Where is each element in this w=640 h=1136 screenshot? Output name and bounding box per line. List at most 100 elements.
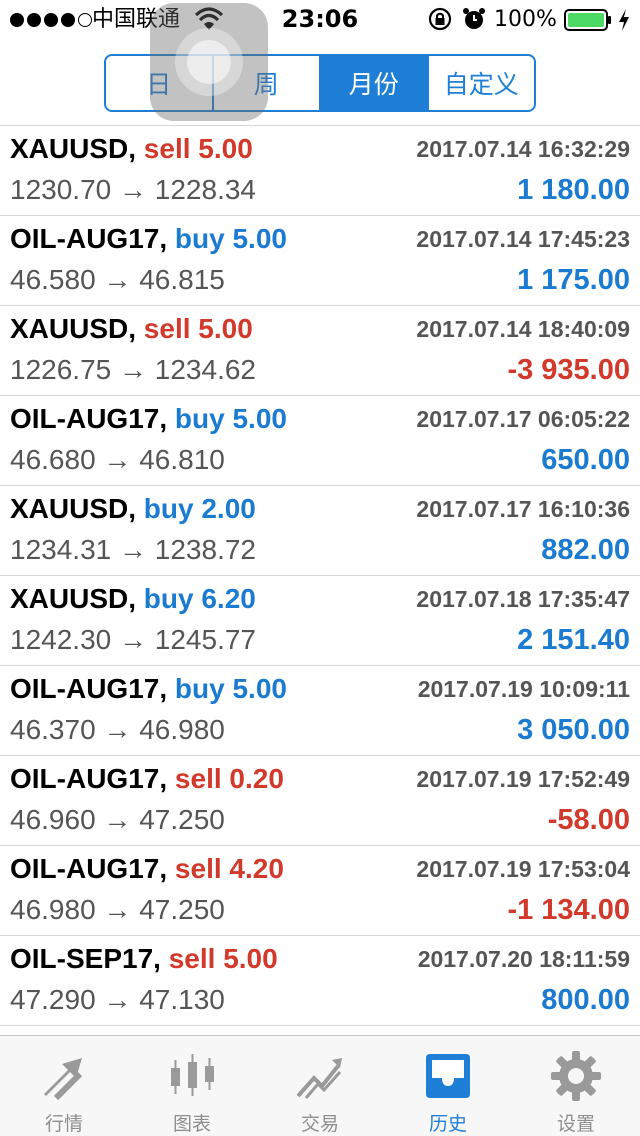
tab-settings[interactable]: 设置 (512, 1036, 640, 1136)
trade-row[interactable]: XAUUSD, buy 6.20 2017.07.18 17:35:47 1242.… (0, 576, 640, 666)
trade-row[interactable]: OIL-AUG17, buy 5.00 2017.07.14 17:45:23 46… (0, 216, 640, 306)
trade-time: 2017.07.19 10:09:11 (417, 676, 630, 702)
trade-profit: 650.00 (541, 444, 630, 476)
trade-volume: 5.00 (198, 313, 253, 344)
arrow-right-icon: → (119, 624, 147, 655)
quotes-arrows-icon (44, 1058, 83, 1101)
tab-label: 设置 (556, 1113, 595, 1135)
open-price: 46.580 (10, 264, 96, 295)
open-price: 47.290 (10, 984, 96, 1015)
open-price: 46.960 (10, 804, 96, 835)
trade-symbol: OIL-AUG17, (10, 853, 168, 884)
open-price: 1242.30 (10, 624, 112, 655)
trade-row[interactable]: OIL-AUG17, buy 5.00 2017.07.19 10:09:11 46… (0, 666, 640, 756)
tab-trade[interactable]: 交易 (256, 1036, 384, 1136)
trade-prices: 47.290 → 47.130 (10, 983, 225, 1017)
close-price: 1238.72 (154, 534, 256, 565)
trade-prices: 46.960 → 47.250 (10, 803, 225, 837)
trade-row[interactable]: OIL-SEP17, sell 5.00 2017.07.20 18:11:59 4… (0, 936, 640, 1026)
tab-chart[interactable]: 图表 (128, 1036, 256, 1136)
trade-title: XAUUSD, buy 6.20 (10, 582, 256, 616)
trade-side: sell (143, 133, 191, 164)
trade-prices: 1234.31 → 1238.72 (10, 533, 256, 567)
trade-time: 2017.07.20 18:11:59 (417, 946, 630, 972)
trade-title: OIL-SEP17, sell 5.00 (10, 942, 278, 976)
trade-symbol: OIL-AUG17, (10, 223, 168, 254)
history-inbox-icon (426, 1054, 470, 1098)
arrow-right-icon: → (103, 984, 132, 1015)
trade-symbol: XAUUSD, (10, 313, 137, 344)
trade-volume: 5.00 (232, 223, 287, 254)
trade-profit: -58.00 (547, 804, 630, 836)
trade-title: OIL-AUG17, buy 5.00 (10, 672, 287, 706)
tab-history[interactable]: 历史 (384, 1036, 512, 1136)
trade-side: sell (168, 943, 216, 974)
battery-percent: 100% (494, 7, 557, 32)
trade-time: 2017.07.18 17:35:47 (416, 586, 630, 612)
tab-quotes[interactable]: 行情 (0, 1036, 128, 1136)
trade-time: 2017.07.14 16:32:29 (416, 136, 630, 162)
charging-bolt-icon (619, 9, 629, 31)
trade-symbol: OIL-AUG17, (10, 403, 168, 434)
trade-side: buy (174, 223, 225, 254)
close-price: 1234.62 (154, 354, 256, 385)
trade-title: XAUUSD, sell 5.00 (10, 312, 253, 346)
arrow-right-icon: → (103, 894, 132, 925)
trade-time: 2017.07.19 17:53:04 (416, 856, 630, 882)
trade-symbol: OIL-AUG17, (10, 763, 168, 794)
close-price: 46.815 (139, 264, 225, 295)
tab-label: 历史 (428, 1113, 467, 1135)
trade-profit: 1 180.00 (517, 174, 630, 206)
tab-custom[interactable]: 自定义 (429, 56, 535, 110)
assistive-touch-button[interactable] (150, 3, 268, 121)
open-price: 46.680 (10, 444, 96, 475)
trade-row[interactable]: OIL-AUG17, sell 4.20 2017.07.19 17:53:04 4… (0, 846, 640, 936)
arrow-right-icon: → (103, 264, 132, 295)
trade-prices: 1242.30 → 1245.77 (10, 623, 256, 657)
open-price: 46.370 (10, 714, 96, 745)
trade-prices: 46.680 → 46.810 (10, 443, 225, 477)
close-price: 46.810 (139, 444, 225, 475)
arrow-right-icon: → (103, 804, 132, 835)
trade-profit: 2 151.40 (517, 624, 630, 656)
trade-side: sell (174, 763, 222, 794)
tab-month[interactable]: 月份 (321, 56, 429, 110)
gear-icon (551, 1051, 601, 1101)
close-price: 1228.34 (154, 174, 256, 205)
trade-title: OIL-AUG17, buy 5.00 (10, 402, 287, 436)
trade-profit: 882.00 (541, 534, 630, 566)
trade-trend-icon (296, 1058, 342, 1099)
trade-side: sell (143, 313, 191, 344)
trade-symbol: XAUUSD, (10, 133, 137, 164)
trade-row[interactable]: XAUUSD, buy 5.00 (0, 1026, 640, 1035)
trade-side: buy (143, 493, 194, 524)
trade-time: 2017.07.17 16:10:36 (416, 496, 630, 522)
close-price: 1245.77 (154, 624, 256, 655)
close-price: 47.250 (139, 894, 225, 925)
trade-row[interactable]: OIL-AUG17, buy 5.00 2017.07.17 06:05:22 46… (0, 396, 640, 486)
open-price: 1226.75 (10, 354, 112, 385)
trade-prices: 46.370 → 46.980 (10, 713, 225, 747)
trade-side: buy (174, 403, 225, 434)
trade-row[interactable]: XAUUSD, buy 2.00 2017.07.17 16:10:36 1234.… (0, 486, 640, 576)
trade-prices: 46.580 → 46.815 (10, 263, 225, 297)
trade-symbol: XAUUSD, (10, 583, 137, 614)
trade-prices: 1226.75 → 1234.62 (10, 353, 256, 387)
trade-row[interactable]: OIL-AUG17, sell 0.20 2017.07.19 17:52:49 4… (0, 756, 640, 846)
trade-row[interactable]: XAUUSD, sell 5.00 2017.07.14 18:40:09 1226… (0, 306, 640, 396)
trade-history-list[interactable]: XAUUSD, sell 5.00 2017.07.14 16:32:29 1230… (0, 125, 640, 1035)
trade-title: OIL-AUG17, sell 4.20 (10, 852, 284, 886)
arrow-right-icon: → (103, 714, 132, 745)
trade-prices: 1230.70 → 1228.34 (10, 173, 256, 207)
trade-volume: 5.00 (223, 943, 278, 974)
trade-symbol: OIL-AUG17, (10, 673, 168, 704)
arrow-right-icon: → (119, 174, 147, 205)
trade-volume: 5.00 (198, 133, 253, 164)
trade-title: XAUUSD, sell 5.00 (10, 132, 253, 166)
trade-profit: -1 134.00 (507, 894, 630, 926)
trade-row[interactable]: XAUUSD, sell 5.00 2017.07.14 16:32:29 1230… (0, 126, 640, 216)
tab-label: 图表 (172, 1113, 211, 1135)
trade-time: 2017.07.17 06:05:22 (416, 406, 630, 432)
trade-profit: 800.00 (541, 984, 630, 1016)
trade-symbol: XAUUSD, (10, 493, 137, 524)
